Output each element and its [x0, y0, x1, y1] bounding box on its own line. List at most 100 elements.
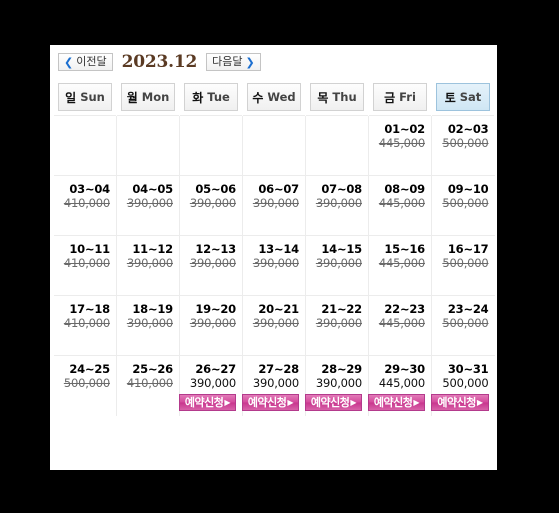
- weekday-label-box: 화 Tue: [184, 83, 238, 111]
- reservation-request-button[interactable]: 예약신청 ▶: [241, 394, 299, 411]
- day-date-range: 29~30: [384, 362, 425, 376]
- weekday-label-en: Sun: [80, 90, 105, 104]
- day-date-range: 07~08: [321, 182, 362, 196]
- day-price-soldout: 390,000: [252, 256, 299, 270]
- day-date-range: 22~23: [384, 302, 425, 316]
- calendar-cell-day: 05~06 390,000: [179, 175, 243, 236]
- reservation-request-button[interactable]: 예약신청 ▶: [304, 394, 362, 411]
- weekday-label-ko: 월: [126, 90, 138, 105]
- day-date-range: 02~03: [447, 122, 489, 136]
- day-date-range: 20~21: [258, 302, 299, 316]
- calendar-cell-day[interactable]: 28~29 390,000 예약신청 ▶: [304, 355, 369, 416]
- calendar-cell-day: 19~20 390,000: [179, 295, 243, 356]
- day-price-soldout: 390,000: [189, 256, 236, 270]
- book-button-wrap: 예약신청 ▶: [304, 394, 362, 411]
- day-price-soldout: 410,000: [63, 316, 110, 330]
- day-date-range: 30~31: [447, 362, 489, 376]
- weekday-header-sat: 토 Sat: [431, 79, 495, 116]
- weekday-header-thu: 목 Thu: [305, 79, 369, 116]
- calendar-cell-day: 14~15 390,000: [305, 235, 369, 296]
- arrow-right-icon: ▶: [287, 397, 293, 407]
- day-price-soldout: 500,000: [442, 256, 489, 270]
- calendar-cell-day: 12~13 390,000: [179, 235, 243, 296]
- calendar-cell-day: 21~22 390,000: [305, 295, 369, 356]
- day-price-soldout: 500,000: [63, 376, 110, 390]
- day-price-soldout: 390,000: [126, 256, 173, 270]
- reservation-request-label: 예약신청: [247, 396, 287, 409]
- calendar-cell-empty: [179, 115, 243, 176]
- day-date-range: 18~19: [132, 302, 173, 316]
- calendar-cell-day: 16~17 500,000: [431, 235, 495, 296]
- day-price-soldout: 445,000: [378, 256, 425, 270]
- calendar-cell-day: 17~18 410,000: [53, 295, 117, 356]
- reservation-request-button[interactable]: 예약신청 ▶: [431, 394, 489, 411]
- calendar-cell-day: 01~02 445,000: [368, 115, 432, 176]
- calendar-cell-day: 08~09 445,000: [368, 175, 432, 236]
- weekday-label-en: Thu: [332, 90, 357, 104]
- prev-month-button[interactable]: ❮ 이전달: [58, 53, 113, 71]
- weekday-label-ko: 화: [192, 90, 204, 105]
- calendar-week-row: 01~02 445,000 02~03 500,000: [53, 115, 495, 176]
- calendar-cell-empty: [242, 115, 306, 176]
- day-price-soldout: 390,000: [126, 316, 173, 330]
- calendar-week-row: 17~18 410,000 18~19 390,000 19~20 390,000 20~2…: [53, 295, 495, 356]
- weekday-header-row: 일 Sun 월 Mon 화 Tue 수 Wed 목 Thu 금 Fri 토 Sat: [53, 79, 495, 116]
- next-month-button[interactable]: 다음달 ❯: [206, 53, 261, 71]
- day-price: 390,000: [315, 376, 362, 390]
- arrow-right-icon: ▶: [224, 397, 230, 407]
- calendar-cell-day[interactable]: 30~31 500,000 예약신청 ▶: [431, 355, 495, 416]
- weekday-label-box: 금 Fri: [373, 83, 427, 111]
- calendar-week-row: 24~25 500,000 25~26 410,000 26~27 390,000 예약신청…: [53, 355, 495, 416]
- day-price-soldout: 410,000: [126, 376, 173, 390]
- day-price-soldout: 390,000: [126, 196, 173, 210]
- calendar-cell-empty: [53, 115, 117, 176]
- day-date-range: 09~10: [447, 182, 489, 196]
- day-price-soldout: 390,000: [315, 196, 362, 210]
- day-price-soldout: 445,000: [378, 196, 425, 210]
- day-price-soldout: 500,000: [442, 316, 489, 330]
- reservation-calendar-panel: ❮ 이전달 2023.12 다음달 ❯ 일 Sun 월 Mon 화 Tue 수 Wed 목 Thu…: [50, 45, 497, 470]
- day-price: 390,000: [189, 376, 236, 390]
- weekday-label-box: 토 Sat: [436, 83, 490, 111]
- chevron-right-icon: ❯: [245, 55, 255, 69]
- day-date-range: 19~20: [195, 302, 236, 316]
- day-date-range: 12~13: [195, 242, 236, 256]
- calendar-cell-day[interactable]: 27~28 390,000 예약신청 ▶: [241, 355, 306, 416]
- calendar-cell-day: 02~03 500,000: [431, 115, 495, 176]
- reservation-request-button[interactable]: 예약신청 ▶: [178, 394, 236, 411]
- chevron-left-icon: ❮: [64, 55, 74, 69]
- day-date-range: 04~05: [132, 182, 173, 196]
- day-date-range: 26~27: [195, 362, 236, 376]
- day-price-soldout: 390,000: [252, 316, 299, 330]
- next-month-label: 다음달: [212, 55, 243, 68]
- calendar-cell-day: 23~24 500,000: [431, 295, 495, 356]
- reservation-request-label: 예약신청: [184, 396, 224, 409]
- calendar-body: 01~02 445,000 02~03 500,000 03~04 410,000 04~0…: [53, 115, 495, 416]
- weekday-header-wed: 수 Wed: [242, 79, 306, 116]
- day-price-soldout: 410,000: [63, 196, 110, 210]
- day-date-range: 25~26: [132, 362, 173, 376]
- weekday-label-ko: 일: [65, 90, 77, 105]
- book-button-wrap: 예약신청 ▶: [178, 394, 236, 411]
- calendar-week-row: 03~04 410,000 04~05 390,000 05~06 390,000 06~0…: [53, 175, 495, 236]
- page-title: 2023.12: [121, 51, 198, 72]
- day-price-soldout: 390,000: [189, 196, 236, 210]
- day-date-range: 24~25: [69, 362, 110, 376]
- calendar-cell-day[interactable]: 29~30 445,000 예약신청 ▶: [367, 355, 432, 416]
- weekday-label-box: 수 Wed: [247, 83, 301, 111]
- prev-month-label: 이전달: [76, 55, 107, 68]
- calendar-cell-day: 10~11 410,000: [53, 235, 117, 296]
- day-price: 445,000: [378, 376, 425, 390]
- day-date-range: 27~28: [258, 362, 299, 376]
- arrow-right-icon: ▶: [476, 397, 483, 407]
- day-date-range: 05~06: [195, 182, 236, 196]
- weekday-label-box: 목 Thu: [310, 83, 364, 111]
- calendar-cell-day[interactable]: 26~27 390,000 예약신청 ▶: [178, 355, 243, 416]
- day-price-soldout: 445,000: [378, 136, 425, 150]
- day-date-range: 08~09: [384, 182, 425, 196]
- calendar-cell-day: 04~05 390,000: [116, 175, 180, 236]
- day-price-soldout: 445,000: [378, 316, 425, 330]
- weekday-label-ko: 토: [444, 90, 456, 105]
- calendar-cell-day: 06~07 390,000: [242, 175, 306, 236]
- reservation-request-button[interactable]: 예약신청 ▶: [367, 394, 425, 411]
